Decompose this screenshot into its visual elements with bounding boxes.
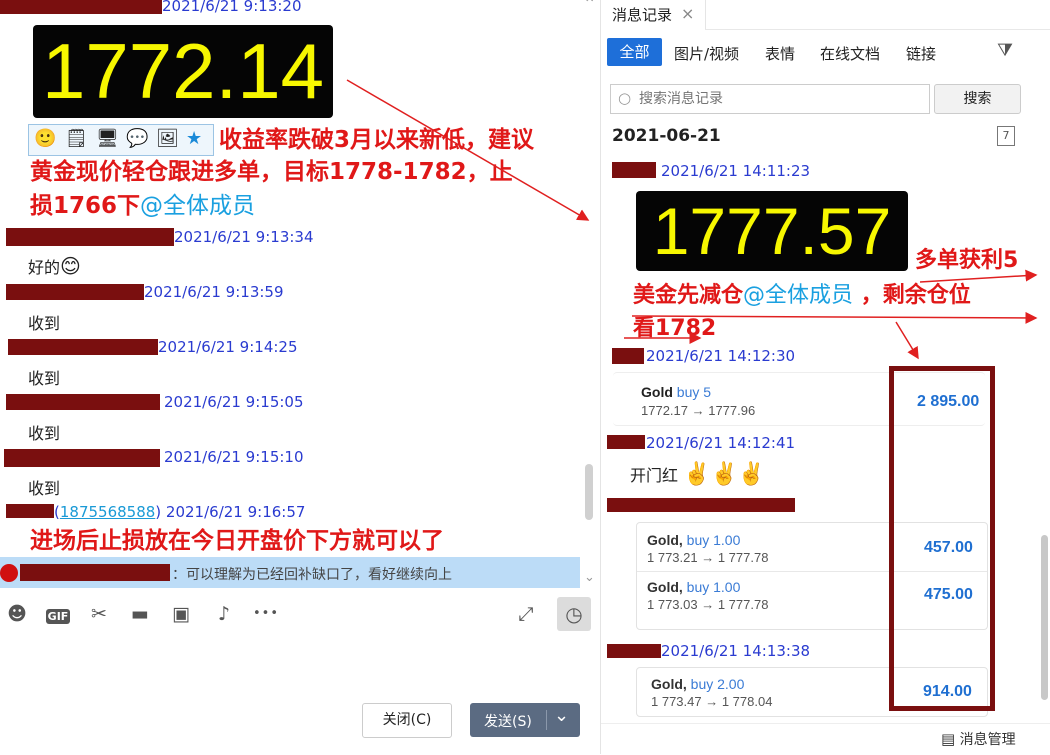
annotation-arrow (631, 311, 1038, 324)
annotation-arrow (346, 79, 590, 221)
annotation-arrow (895, 321, 919, 360)
annotation-arrows (346, 79, 1038, 360)
annotation-arrow (919, 269, 1038, 283)
